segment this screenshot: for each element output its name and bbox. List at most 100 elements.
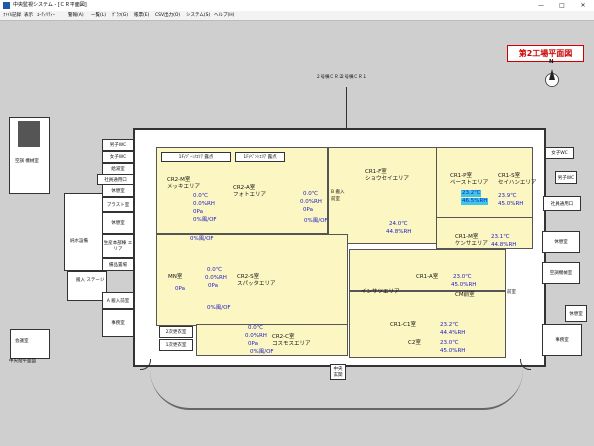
office-right: 事務室 — [542, 324, 582, 356]
mens-wc-right: 男子WC — [555, 171, 577, 184]
mens-wc-left: 男子WC — [102, 139, 134, 151]
production-area: 生産本部棟 エリア — [102, 234, 134, 258]
cr2c-hum: 0.0%RH — [245, 333, 267, 339]
storage-room: 備品置場 — [102, 258, 134, 271]
lounge-left: 休憩室 — [102, 184, 134, 197]
menu-record[interactable]: 記録 — [12, 11, 21, 20]
room-cr1c[interactable] — [349, 291, 506, 358]
air-room-stairs — [18, 121, 40, 147]
dressing-room-1: 1次更衣室 — [159, 339, 193, 351]
close-button[interactable]: ✕ — [573, 0, 593, 11]
cr2m-hum: 0.0%RH — [193, 201, 215, 207]
cr2s-name: CR2-S室 スパッタエリア — [237, 274, 276, 287]
cr1c1-temp: 23.2℃ — [440, 322, 459, 328]
compass-north-label: N — [549, 59, 554, 65]
dressing-room-2: 2次更衣室 — [159, 326, 193, 338]
cr2c-fan: 0%風/OF — [250, 349, 274, 355]
cr2c-pa: 0Pa — [248, 341, 258, 347]
s1-fan: 0%風/OF — [190, 236, 214, 242]
cr1m-temp: 23.1℃ — [491, 234, 510, 240]
womens-wc-right: 女子WC — [545, 147, 574, 159]
cr1c1-hum: 44.4%RH — [440, 330, 466, 336]
cr1p-temp-alarm[interactable]: 23.2℃ — [461, 190, 482, 197]
cr2c-temp: 0.0℃ — [248, 325, 263, 331]
north-arrow-icon — [544, 68, 560, 88]
b-loading-label: B 搬入 前室 — [331, 190, 345, 202]
cr1m-name: CR1-M室 ケンサエリア — [455, 234, 488, 247]
menu-alarm[interactable]: 警報(A) — [68, 11, 84, 20]
cr2s-hum: 0.0%RH — [205, 275, 227, 281]
maximize-button[interactable]: □ — [552, 0, 572, 11]
menu-utility[interactable]: ﾕｰﾃｨﾘﾃｨｰ — [37, 11, 55, 20]
minimize-button[interactable]: — — [531, 0, 551, 11]
menu-csv[interactable]: CSV出力(O) — [155, 11, 180, 20]
cr1s-name: CR1-S室 セイハンエリア — [498, 173, 537, 186]
cr2m-pa: 0Pa — [193, 209, 203, 215]
menu-list[interactable]: 一覧(L) — [91, 11, 106, 20]
menu-bar: ﾌｧｲﾙ 記録 表示 ﾕｰﾃｨﾘﾃｨｰ 警報(A) 一覧(L) ｸﾞﾗﾌ(G) … — [0, 11, 594, 21]
kyukei-room-left: 休憩室 — [102, 212, 134, 234]
cr2m-name: CR2-M室 メッキエリア — [167, 177, 201, 190]
cr1m-hum: 44.8%RH — [491, 242, 517, 248]
menu-file[interactable]: ﾌｧｲﾙ — [3, 11, 12, 20]
annotation-2: 1F/ﾍﾟﾝﾄｴﾘｱ 露点 — [235, 152, 285, 162]
menu-report[interactable]: 帳票(E) — [134, 11, 149, 20]
mn-pa: 0Pa — [175, 286, 185, 292]
cr1a-hum: 45.0%RH — [451, 282, 477, 288]
floor-plan-canvas: 第2工場平面図 N ２号棟ＣＲ２ ２号棟ＣＲ１ 空調 機械室 純水設備 搬入 ス… — [0, 21, 594, 446]
app-icon — [3, 2, 10, 9]
cr1a-temp: 23.0℃ — [453, 274, 472, 280]
cr1c1-name: CR1-C1室 — [390, 322, 416, 328]
loading-anteroom: A 搬入前室 — [102, 292, 134, 309]
cr1p-name: CR1-P室 ペーストエリア — [450, 173, 489, 186]
pure-water-label: 純水設備 — [70, 239, 88, 244]
mn-name: MN室 — [168, 274, 183, 280]
annotation-1: 1F/ｿﾞｰﾝ/ｴﾘｱ 露点 — [161, 152, 231, 162]
cr1s-temp: 23.9℃ — [498, 193, 517, 199]
cr2s-temp: 0.0℃ — [207, 267, 222, 273]
anteroom-right: 前室 — [507, 290, 516, 295]
menu-system[interactable]: システム(S) — [186, 11, 210, 20]
stairs-label-1: ２号棟ＣＲ２ — [316, 75, 343, 80]
office-left: 事務室 — [102, 309, 134, 337]
cr1c2-hum: 45.0%RH — [440, 348, 466, 354]
lounge-right: 休憩室 — [542, 231, 580, 253]
cr2a-fan: 0%風/OF — [304, 218, 328, 224]
employee-entrance-right: 社員通用口 — [543, 196, 581, 211]
window-title: 中央監視システム - [ＣＲ平面図] — [13, 2, 87, 8]
blast-room: ブラスト室 — [102, 197, 134, 212]
menu-help[interactable]: ヘルプ(H) — [214, 11, 234, 20]
plan-title: 第2工場平面図 — [507, 45, 584, 62]
insatsu-area-label: インサツエリア — [361, 289, 400, 295]
cr2a-temp: 0.0℃ — [303, 191, 318, 197]
bottom-walkway — [150, 363, 523, 410]
pure-water-block — [64, 193, 104, 271]
womens-wc-left: 女子WC — [102, 151, 134, 163]
loading-stage — [67, 271, 107, 301]
cr2a-name: CR2-A室 フォトエリア — [233, 185, 267, 198]
room-cr1a[interactable] — [349, 249, 506, 291]
cr2s-fan: 0%風/OF — [207, 305, 231, 311]
plan-caption: 中央階平面図 — [9, 359, 36, 364]
cr1a-name: CR1-A室 — [416, 274, 439, 280]
air-room-label: 空調 機械室 — [15, 159, 39, 164]
meeting-room-label: 会議室 — [15, 339, 29, 344]
loading-stage-label: 搬入 ステージ — [76, 278, 105, 283]
cr2a-hum: 0.0%RH — [300, 199, 322, 205]
cr2a-pa: 0Pa — [303, 207, 313, 213]
cr1f-name: CR1-F室 ショウセイエリア — [365, 169, 409, 182]
menu-graph[interactable]: ｸﾞﾗﾌ(G) — [112, 11, 128, 20]
cm-anteroom-label: CM前室 — [455, 292, 475, 298]
cr1c2-name: C2室 — [408, 340, 421, 346]
stairs-line — [346, 87, 347, 129]
cr2c-name: CR2-C室 コスモスエリア — [272, 334, 311, 347]
cr1p-hum-alarm[interactable]: 46.5%RH — [461, 198, 489, 205]
cr1f-temp: 24.0℃ — [389, 221, 408, 227]
cr1c2-temp: 23.0℃ — [440, 340, 459, 346]
lounge-right-2: 休憩室 — [565, 305, 587, 322]
cr1f-hum: 44.8%RH — [386, 229, 412, 235]
air-machine-room-right: 空調機械室 — [542, 262, 580, 284]
menu-view[interactable]: 表示 — [24, 11, 33, 20]
cr2m-temp: 0.0℃ — [193, 193, 208, 199]
cr2s-pa: 0Pa — [208, 283, 218, 289]
